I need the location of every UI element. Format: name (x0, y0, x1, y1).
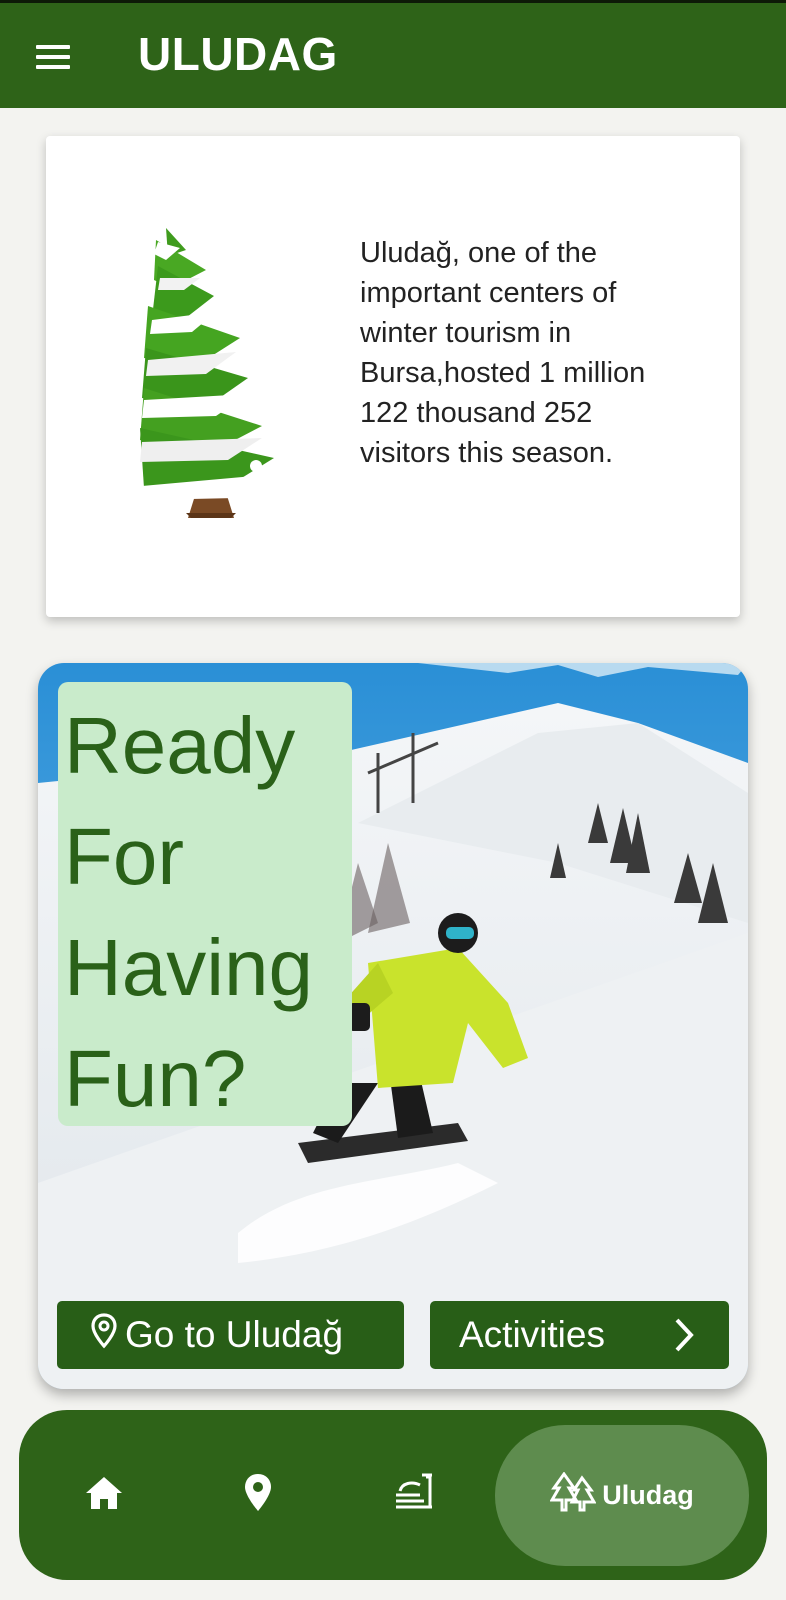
snowy-pine-tree-image (140, 228, 276, 518)
hero-title-badge: Ready For Having Fun? (58, 682, 352, 1126)
hero-card: Ready For Having Fun? Go to Uludağ Activ… (38, 663, 748, 1389)
activities-label: Activities (459, 1314, 605, 1355)
home-icon (84, 1475, 124, 1516)
hero-title: Ready For Having Fun? (64, 701, 314, 1123)
nav-uludag-label: Uludag (602, 1480, 694, 1510)
activities-button[interactable]: Activities (430, 1301, 729, 1369)
go-to-uludag-label: Go to Uludağ (125, 1314, 344, 1355)
page-title: ULUDAG (138, 28, 338, 80)
nav-uludag[interactable]: Uludag (495, 1425, 749, 1566)
menu-icon[interactable] (30, 39, 74, 79)
nav-location[interactable] (228, 1465, 288, 1525)
activities-icon (392, 1473, 434, 1518)
pine-trees-icon (549, 1471, 602, 1519)
info-card: Uludağ, one of the important centers of … (46, 136, 740, 617)
location-pin-icon (243, 1473, 273, 1518)
info-text: Uludağ, one of the important centers of … (360, 237, 646, 469)
location-pin-icon (91, 1312, 117, 1358)
nav-activities[interactable] (383, 1465, 443, 1525)
go-to-uludag-button[interactable]: Go to Uludağ (57, 1301, 404, 1369)
chevron-right-icon (673, 1317, 695, 1362)
bottom-navigation: Uludag (19, 1410, 767, 1580)
app-bar: ULUDAG (0, 0, 786, 108)
nav-home[interactable] (74, 1465, 134, 1525)
